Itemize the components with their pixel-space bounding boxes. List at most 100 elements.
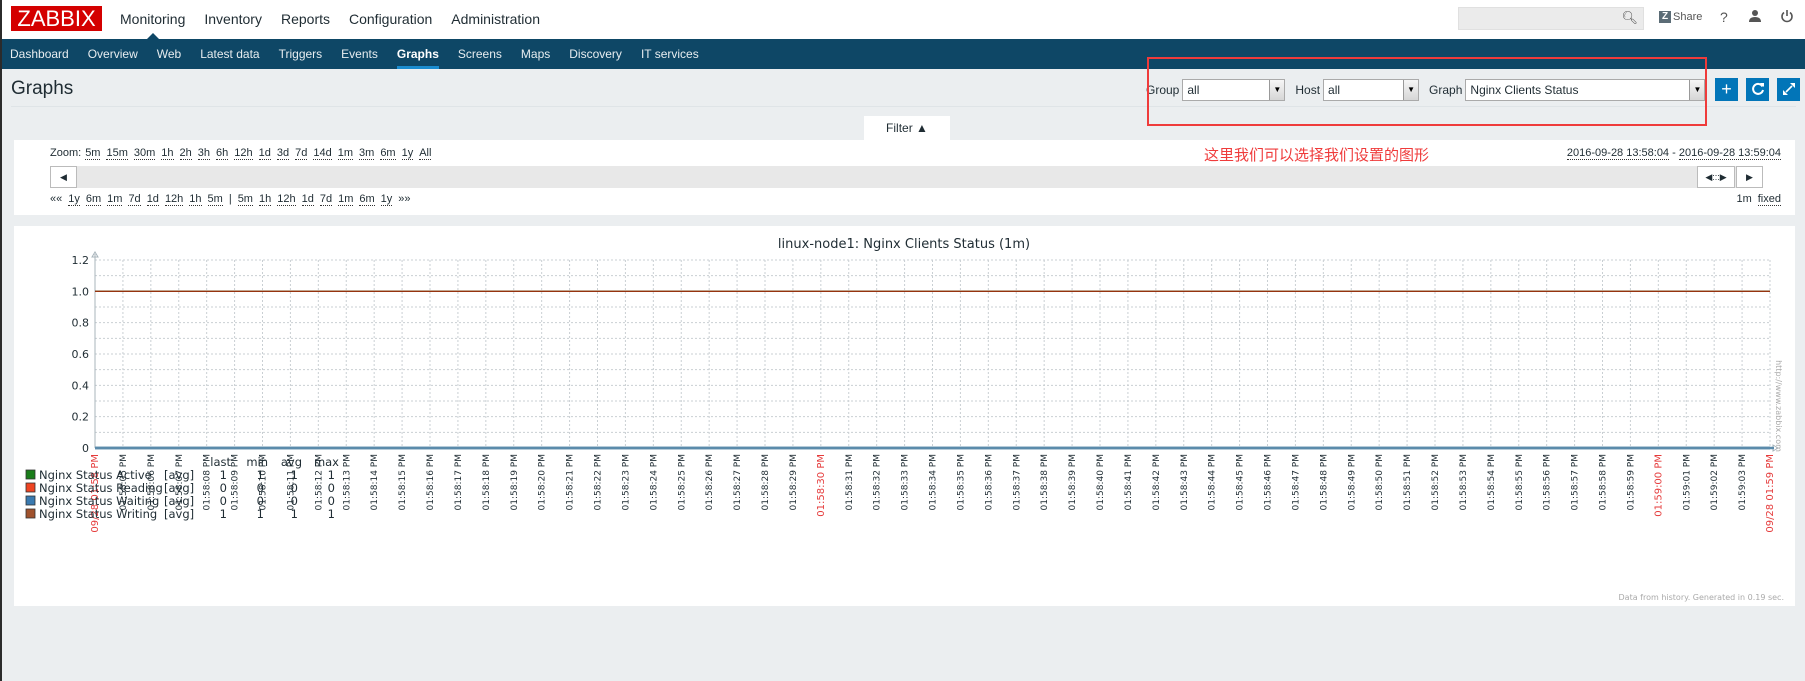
share-link[interactable]: Z Share (1659, 11, 1702, 23)
zoom-option[interactable]: 1h (161, 147, 174, 160)
legend-value-max: 0 (328, 481, 335, 495)
zoom-option[interactable]: 1d (258, 147, 271, 160)
scroll-handle[interactable]: ◀:::▶ (1697, 166, 1735, 188)
zoom-option[interactable]: 3m (359, 147, 375, 160)
main-nav-monitoring[interactable]: Monitoring (120, 0, 185, 40)
legend-column-header: last (210, 455, 231, 469)
y-tick-label: 1.2 (72, 254, 90, 267)
page-title: Graphs (11, 78, 74, 99)
x-tick-label: 01:58:29 PM (789, 454, 799, 510)
zabbix-logo[interactable]: ZABBIX (11, 6, 102, 31)
scroll-right-button[interactable]: ▶ (1736, 166, 1763, 188)
main-nav-reports[interactable]: Reports (281, 0, 330, 39)
nav-forward-option[interactable]: 1h (258, 193, 272, 206)
zoom-option[interactable]: 1y (401, 147, 414, 160)
nav-back-option[interactable]: 7d (128, 193, 141, 206)
zoom-option[interactable]: 30m (133, 147, 156, 160)
sub-nav-web[interactable]: Web (157, 39, 181, 69)
chart-axes (91, 251, 1779, 452)
zoom-option[interactable]: 7d (295, 147, 308, 160)
add-to-favourites-button[interactable]: + (1715, 78, 1738, 101)
zoom-option[interactable]: 1m (337, 147, 354, 160)
nav-back-option[interactable]: 5m (207, 193, 223, 206)
zoom-option[interactable]: 3d (276, 147, 290, 160)
legend-column-header: min (246, 455, 268, 469)
legend-value-avg: 1 (291, 507, 298, 521)
user-profile-icon[interactable] (1748, 9, 1762, 26)
nav-back-option[interactable]: 1y (68, 193, 80, 206)
host-select[interactable]: all ▼ (1323, 79, 1420, 101)
nav-forward-option[interactable]: 5m (237, 193, 253, 206)
x-tick-label: 01:58:25 PM (677, 454, 687, 510)
zoom-option[interactable]: 2h (179, 147, 192, 160)
timeline-scrollbar[interactable]: ◀ ◀:::▶ ▶ (50, 166, 1763, 188)
nav-back-option[interactable]: 1h (189, 193, 202, 206)
nav-back-option[interactable]: 12h (164, 193, 184, 206)
nav-forward-option[interactable]: 12h (277, 193, 296, 206)
x-tick-label-highlight: 01:58:30 PM (816, 454, 827, 517)
zoom-option[interactable]: 5m (85, 147, 101, 160)
search-icon[interactable]: 🔍︎ (1621, 10, 1638, 26)
nav-back-option[interactable]: 1m (107, 193, 123, 206)
share-label: Share (1673, 11, 1703, 23)
zoom-option[interactable]: 6m (380, 147, 396, 160)
main-nav-configuration[interactable]: Configuration (349, 0, 432, 39)
period-length-row: 1m fixed (1736, 193, 1781, 206)
zoom-option[interactable]: 12h (234, 147, 253, 160)
help-icon[interactable]: ? (1720, 9, 1728, 25)
period-to[interactable]: 2016-09-28 13:59:04 (1678, 147, 1781, 160)
zoom-option[interactable]: 3h (197, 147, 211, 160)
main-nav-inventory[interactable]: Inventory (204, 0, 262, 39)
zoom-option[interactable]: 15m (106, 147, 128, 160)
nav-back-option[interactable]: 1d (146, 193, 159, 206)
nav-separator: | (228, 193, 232, 205)
nav-forward-option[interactable]: 6m (359, 193, 375, 206)
x-tick-label: 01:58:23 PM (621, 454, 631, 510)
scroll-left-button[interactable]: ◀ (50, 166, 77, 188)
chevron-down-icon[interactable]: ▼ (1403, 80, 1419, 100)
chevron-down-icon[interactable]: ▼ (1269, 80, 1285, 100)
x-tick-label: 01:58:49 PM (1347, 454, 1357, 510)
filter-toggle-tab[interactable]: Filter ▲ (864, 116, 950, 140)
sub-nav-events[interactable]: Events (341, 39, 378, 69)
sub-nav-triggers[interactable]: Triggers (279, 39, 323, 69)
legend-column-header: avg (281, 455, 302, 469)
sub-nav-discovery[interactable]: Discovery (569, 39, 622, 69)
sub-nav-it-services[interactable]: IT services (641, 39, 699, 69)
top-header: ZABBIX Monitoring Inventory Reports Conf… (2, 0, 1805, 40)
zoom-option[interactable]: All (419, 147, 432, 160)
x-tick-label: 01:58:56 PM (1543, 454, 1553, 510)
nav-forward-option[interactable]: 1d (301, 193, 314, 206)
x-tick-label: 01:58:52 PM (1431, 454, 1441, 510)
sub-nav-overview[interactable]: Overview (88, 39, 138, 69)
main-nav-administration[interactable]: Administration (451, 0, 540, 39)
nav-back-option[interactable]: 6m (85, 193, 102, 206)
search-input[interactable]: 🔍︎ (1458, 7, 1644, 30)
sub-nav-latest-data[interactable]: Latest data (200, 39, 259, 69)
chevron-down-icon[interactable]: ▼ (1689, 80, 1705, 100)
zoom-option[interactable]: 14d (313, 147, 332, 160)
x-tick-label: 01:58:26 PM (705, 454, 715, 510)
sub-nav-screens[interactable]: Screens (458, 39, 502, 69)
legend-value-min: 1 (257, 507, 264, 521)
fullscreen-button[interactable] (1777, 78, 1800, 101)
refresh-button[interactable] (1746, 78, 1769, 101)
nav-forward-option[interactable]: 1m (338, 193, 354, 206)
sub-nav: Dashboard Overview Web Latest data Trigg… (2, 39, 1805, 69)
group-label: Group (1146, 83, 1180, 97)
legend-value-max: 0 (328, 494, 335, 508)
group-select[interactable]: all ▼ (1182, 79, 1286, 101)
fixed-toggle[interactable]: fixed (1757, 193, 1781, 206)
nav-forward-option[interactable]: 1y (380, 193, 393, 206)
sub-nav-maps[interactable]: Maps (521, 39, 550, 69)
graph-select[interactable]: Nginx Clients Status ▼ (1465, 79, 1706, 101)
sub-nav-dashboard[interactable]: Dashboard (10, 39, 69, 69)
graph-chart: linux-node1: Nginx Clients Status (1m) 0… (25, 237, 1784, 602)
nav-forward-option[interactable]: 7d (319, 193, 333, 206)
sub-nav-graphs[interactable]: Graphs (396, 39, 439, 69)
zoom-option[interactable]: 6h (216, 147, 229, 160)
x-tick-label: 01:58:55 PM (1515, 454, 1525, 510)
period-from[interactable]: 2016-09-28 13:58:04 (1566, 147, 1670, 160)
sign-out-icon[interactable] (1780, 9, 1794, 26)
x-tick-label: 01:58:21 PM (566, 454, 576, 510)
